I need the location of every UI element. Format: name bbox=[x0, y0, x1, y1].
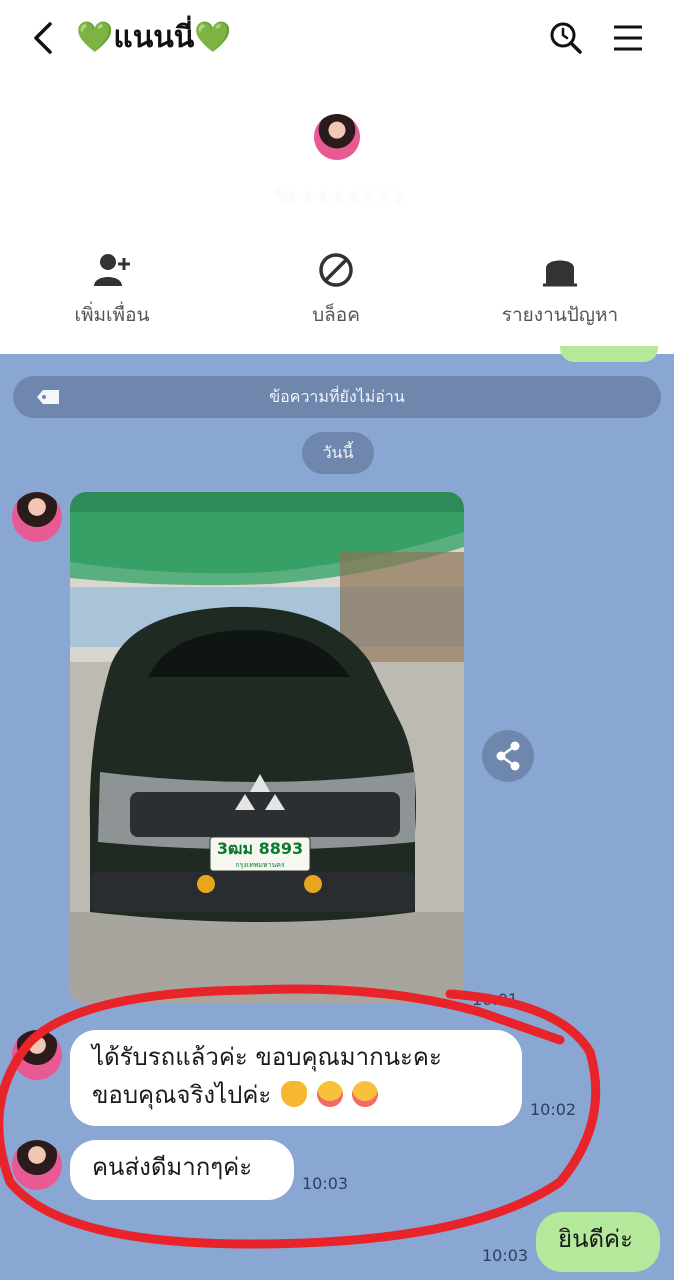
report-icon bbox=[543, 260, 577, 287]
block-button[interactable]: บล็อค bbox=[246, 250, 426, 330]
message-time: 10:01 bbox=[472, 990, 519, 1009]
tag-icon bbox=[37, 390, 59, 404]
chevron-left-icon bbox=[34, 22, 52, 54]
menu-button[interactable] bbox=[608, 18, 648, 58]
block-icon bbox=[319, 253, 353, 287]
add-friend-button[interactable]: เพิ่มเพื่อน bbox=[22, 250, 202, 330]
chat-header: 💚แนนนี่💚 ꞌ꞉꞉ ꞉ ꞉ ꞉ ꞉ ꞉ ꞉ ꞉ เพิ่มเพื่อน บ… bbox=[0, 0, 674, 354]
license-plate-province: กรุงเทพมหานคร bbox=[235, 861, 285, 869]
message-text-line: ขอบคุณจริงไปค่ะ bbox=[92, 1076, 500, 1114]
add-friend-label: เพิ่มเพื่อน bbox=[74, 304, 150, 326]
message-time: 10:03 bbox=[302, 1174, 349, 1193]
back-button[interactable] bbox=[26, 18, 60, 58]
incoming-message-bubble[interactable]: คนส่งดีมากๆค่ะ bbox=[70, 1140, 294, 1200]
outgoing-message-bubble[interactable]: ยินดีค่ะ bbox=[536, 1212, 660, 1272]
incoming-message-bubble[interactable]: ได้รับรถแล้วค่ะ ขอบคุณมากนะคะ ขอบคุณจริง… bbox=[70, 1030, 522, 1126]
crossed-fingers-emoji-icon bbox=[280, 1081, 307, 1107]
hamburger-menu-icon bbox=[614, 25, 642, 51]
smiling-face-with-hearts-emoji-icon bbox=[316, 1081, 343, 1107]
message-text-line: ยินดีค่ะ bbox=[558, 1225, 633, 1253]
previous-message-bubble bbox=[560, 346, 658, 362]
message-text-line: ได้รับรถแล้วค่ะ ขอบคุณมากนะคะ bbox=[92, 1043, 442, 1071]
date-separator: วันนี้ bbox=[302, 432, 374, 474]
report-label: รายงานปัญหา bbox=[501, 304, 619, 326]
chat-title: 💚แนนนี่💚 bbox=[76, 20, 232, 55]
blurred-profile-id: ꞌ꞉꞉ ꞉ ꞉ ꞉ ꞉ ꞉ ꞉ ꞉ bbox=[275, 189, 405, 205]
add-friend-icon bbox=[94, 254, 130, 286]
sender-avatar[interactable] bbox=[12, 1140, 62, 1190]
search-clock-icon bbox=[550, 22, 582, 54]
smiling-face-with-hearts-emoji-icon bbox=[352, 1081, 379, 1107]
share-button[interactable] bbox=[482, 730, 534, 782]
block-label: บล็อค bbox=[312, 304, 360, 326]
message-text-line: คนส่งดีมากๆค่ะ bbox=[92, 1153, 253, 1181]
sender-avatar[interactable] bbox=[12, 1030, 62, 1080]
sender-avatar[interactable] bbox=[12, 492, 62, 542]
report-button[interactable]: รายงานปัญหา bbox=[470, 250, 650, 330]
license-plate-number: 3ฒม 8893 bbox=[217, 839, 303, 858]
share-icon bbox=[496, 741, 520, 771]
message-time: 10:03 bbox=[482, 1246, 529, 1265]
unread-messages-divider: ข้อความที่ยังไม่อ่าน bbox=[13, 376, 661, 418]
top-bar: 💚แนนนี่💚 bbox=[0, 0, 674, 78]
message-time: 10:02 bbox=[530, 1100, 577, 1119]
car-photo-message[interactable]: 3ฒม 8893 กรุงเทพมหานคร bbox=[70, 492, 464, 1004]
profile-avatar[interactable] bbox=[314, 114, 360, 160]
search-button[interactable] bbox=[546, 18, 586, 58]
unread-label: ข้อความที่ยังไม่อ่าน bbox=[269, 387, 405, 406]
car-photo: 3ฒม 8893 กรุงเทพมหานคร bbox=[70, 492, 464, 1004]
chat-area[interactable]: ข้อความที่ยังไม่อ่าน วันนี้ 3ฒม 8893 กรุ… bbox=[0, 346, 674, 1280]
